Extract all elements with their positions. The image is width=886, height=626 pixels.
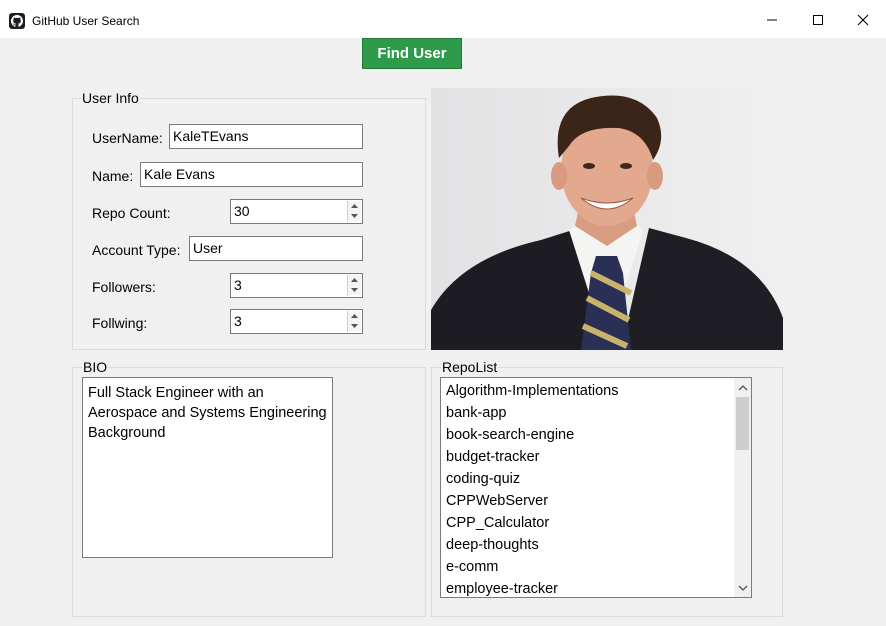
- followers-label: Followers:: [92, 279, 156, 295]
- maximize-button[interactable]: [795, 0, 841, 38]
- list-item[interactable]: coding-quiz: [446, 468, 520, 490]
- list-item[interactable]: Algorithm-Implementations: [446, 380, 618, 402]
- bio-line: Aerospace and Systems Engineering: [88, 405, 327, 421]
- username-label: UserName:: [92, 130, 163, 146]
- caret-down-icon: [351, 214, 358, 218]
- list-item[interactable]: deep-thoughts: [446, 534, 539, 556]
- following-stepper[interactable]: 3: [230, 309, 363, 334]
- name-field[interactable]: Kale Evans: [140, 162, 363, 187]
- close-icon: [857, 14, 869, 26]
- followers-value: 3: [234, 277, 242, 293]
- caret-up-icon: [351, 204, 358, 208]
- maximize-icon: [813, 15, 823, 25]
- list-item[interactable]: CPPWebServer: [446, 490, 548, 512]
- repo-list-group-title: RepoList: [441, 359, 499, 375]
- list-item[interactable]: employee-tracker: [446, 578, 558, 597]
- list-item[interactable]: budget-tracker: [446, 446, 540, 468]
- scroll-up-icon[interactable]: [738, 383, 748, 393]
- repo-count-label: Repo Count:: [92, 205, 171, 221]
- scroll-thumb[interactable]: [736, 397, 749, 450]
- github-icon: [9, 13, 25, 29]
- caret-up-icon: [351, 278, 358, 282]
- caret-down-icon: [351, 288, 358, 292]
- followers-stepper[interactable]: 3: [230, 273, 363, 298]
- repo-count-spin-buttons: [347, 201, 361, 222]
- bio-line: Background: [88, 425, 166, 441]
- account-type-field[interactable]: User: [189, 236, 363, 261]
- profile-photo: [431, 88, 783, 350]
- following-decrement-button[interactable]: [348, 321, 361, 331]
- list-item[interactable]: e-comm: [446, 556, 498, 578]
- bio-line: Full Stack Engineer with an: [88, 385, 264, 401]
- close-button[interactable]: [840, 0, 886, 38]
- following-spin-buttons: [347, 311, 361, 332]
- window-title: GitHub User Search: [32, 14, 140, 28]
- bio-textbox[interactable]: Full Stack Engineer with an Aerospace an…: [82, 377, 333, 558]
- account-type-label: Account Type:: [92, 242, 181, 258]
- caret-down-icon: [351, 324, 358, 328]
- username-field[interactable]: KaleTEvans: [169, 124, 363, 149]
- list-item[interactable]: CPP_Calculator: [446, 512, 549, 534]
- user-info-group-title: User Info: [81, 90, 140, 106]
- repo-list-scrollbar[interactable]: [734, 378, 751, 597]
- scroll-down-icon[interactable]: [738, 583, 748, 593]
- repo-count-value: 30: [234, 203, 250, 219]
- find-user-button[interactable]: Find User: [362, 38, 462, 69]
- followers-spin-buttons: [347, 275, 361, 296]
- followers-decrement-button[interactable]: [348, 285, 361, 295]
- caret-up-icon: [351, 314, 358, 318]
- following-value: 3: [234, 313, 242, 329]
- repo-count-decrement-button[interactable]: [348, 211, 361, 221]
- repo-count-stepper[interactable]: 30: [230, 199, 363, 224]
- list-item[interactable]: book-search-engine: [446, 424, 574, 446]
- minimize-icon: [767, 19, 777, 21]
- name-label: Name:: [92, 168, 134, 184]
- bio-group-title: BIO: [82, 359, 109, 375]
- following-label: Follwing:: [92, 315, 148, 331]
- repo-listbox[interactable]: Algorithm-Implementations bank-app book-…: [440, 377, 752, 598]
- list-item[interactable]: bank-app: [446, 402, 506, 424]
- title-bar: GitHub User Search: [0, 0, 886, 38]
- minimize-button[interactable]: [749, 0, 795, 38]
